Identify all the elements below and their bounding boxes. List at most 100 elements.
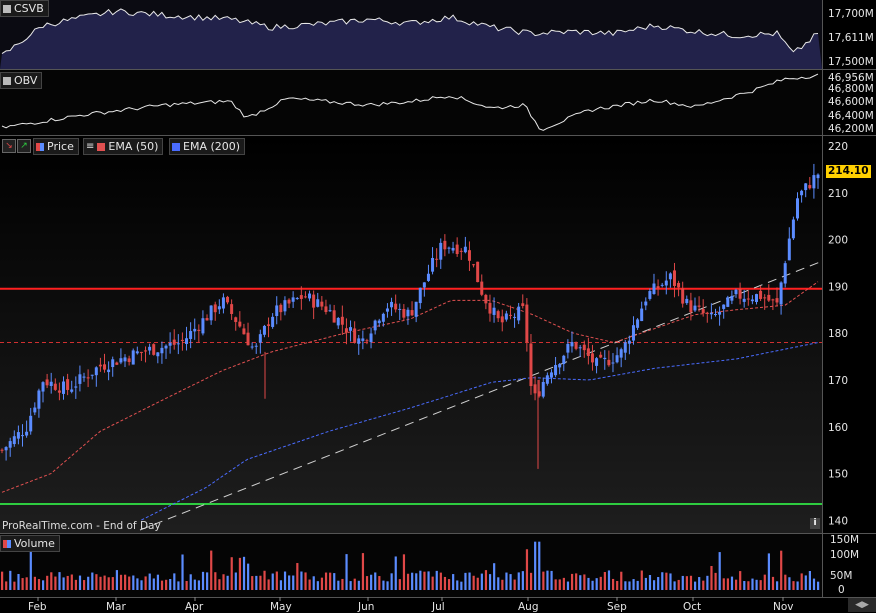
- candle-body: [119, 358, 123, 363]
- candle-body: [734, 289, 738, 295]
- volume-bar: [759, 580, 762, 590]
- price-color-swatch: [36, 142, 44, 151]
- candle-body: [197, 329, 201, 331]
- volume-bar: [480, 573, 483, 590]
- candle-body: [287, 299, 291, 304]
- volume-bar: [136, 578, 139, 590]
- obv-legend[interactable]: OBV: [0, 72, 43, 89]
- candle-body: [328, 310, 332, 312]
- ema50-legend[interactable]: ≡ EMA (50): [83, 138, 164, 155]
- candle-body: [685, 298, 689, 304]
- volume-bar: [456, 580, 459, 590]
- volume-bar: [554, 579, 557, 590]
- candle-body: [484, 294, 488, 304]
- price-tick-label: 140: [828, 515, 848, 527]
- volume-bar: [140, 580, 143, 590]
- candle-body: [496, 311, 500, 319]
- volume-bar: [279, 580, 283, 590]
- volume-bar: [218, 579, 221, 590]
- candle-body: [295, 298, 299, 300]
- volume-bar: [353, 578, 356, 590]
- volume-bar: [103, 575, 106, 590]
- volume-bar: [370, 574, 373, 590]
- volume-bar: [644, 577, 647, 590]
- csvb-tick-label: 17,611M: [828, 32, 874, 44]
- volume-bar: [591, 580, 594, 590]
- volume-bar: [488, 574, 492, 590]
- volume-bar: [341, 578, 344, 590]
- price-legend[interactable]: Price: [33, 138, 79, 155]
- volume-bar: [493, 563, 496, 590]
- candle-body: [381, 313, 385, 322]
- candle-body: [185, 338, 189, 344]
- ema200-legend[interactable]: EMA (200): [169, 138, 246, 155]
- candle-body: [406, 309, 410, 317]
- candle-body: [607, 359, 611, 366]
- candle-body: [340, 316, 344, 325]
- volume-bar: [755, 579, 758, 590]
- volume-bar: [398, 579, 401, 590]
- candle-body: [127, 358, 131, 363]
- candle-body: [480, 281, 484, 295]
- volume-bar: [267, 579, 270, 590]
- candle-body: [615, 355, 619, 363]
- volume-bar: [525, 549, 529, 590]
- candle-body: [722, 304, 726, 309]
- candle-body: [324, 306, 328, 312]
- candle-body: [611, 362, 615, 364]
- volume-bar: [804, 575, 807, 590]
- candle-body: [804, 183, 808, 191]
- volume-bar: [62, 577, 65, 590]
- info-icon[interactable]: i: [810, 518, 820, 529]
- volume-bar: [521, 571, 524, 590]
- volume-bar: [193, 579, 196, 590]
- candle-body: [459, 250, 463, 252]
- candle-body: [791, 219, 795, 239]
- candle-body: [230, 304, 234, 314]
- candle-body: [529, 343, 533, 387]
- candle-body: [103, 364, 107, 370]
- volume-bar: [603, 572, 606, 590]
- volume-bar: [333, 573, 336, 590]
- volume-bar: [808, 570, 811, 590]
- scroll-handle-icon[interactable]: ◀▶: [848, 598, 876, 612]
- candle-body: [492, 307, 496, 315]
- candle-body: [373, 320, 377, 331]
- candle-body: [299, 295, 303, 299]
- candle-body: [336, 317, 340, 326]
- volume-bar: [706, 575, 709, 590]
- csvb-legend[interactable]: CSVB: [0, 0, 49, 17]
- volume-bar: [812, 578, 816, 590]
- candle-body: [447, 247, 451, 249]
- candle-body: [365, 340, 369, 342]
- volume-bar: [411, 572, 414, 590]
- volume-legend[interactable]: Volume: [0, 535, 60, 552]
- volume-bar: [320, 577, 324, 590]
- volume-bar: [443, 576, 447, 590]
- volume-bar: [177, 581, 180, 590]
- candle-body: [217, 306, 221, 310]
- candle-body: [45, 379, 49, 386]
- volume-bar: [739, 571, 742, 590]
- candle-body: [504, 313, 508, 320]
- candle-body: [332, 310, 336, 323]
- volume-bar: [169, 579, 172, 590]
- obv-tick-label: 46,800M: [828, 83, 874, 95]
- candle-body: [574, 342, 578, 349]
- volume-bar: [357, 580, 360, 590]
- volume-bar: [542, 571, 545, 590]
- candle-body: [94, 367, 98, 376]
- arrow-up-icon[interactable]: ↗: [17, 139, 31, 153]
- candle-body: [4, 447, 8, 451]
- arrow-down-icon[interactable]: ↘: [2, 139, 16, 153]
- candle-body: [131, 350, 135, 365]
- price-tick-label: 210: [828, 188, 848, 200]
- candle-body: [242, 328, 246, 335]
- candle-body: [742, 298, 746, 302]
- price-tick-label: 220: [828, 141, 848, 153]
- volume-bar: [402, 554, 406, 590]
- candle-body: [258, 334, 262, 343]
- volume-bar: [222, 574, 225, 590]
- candle-body: [410, 310, 414, 316]
- volume-bar: [316, 581, 319, 590]
